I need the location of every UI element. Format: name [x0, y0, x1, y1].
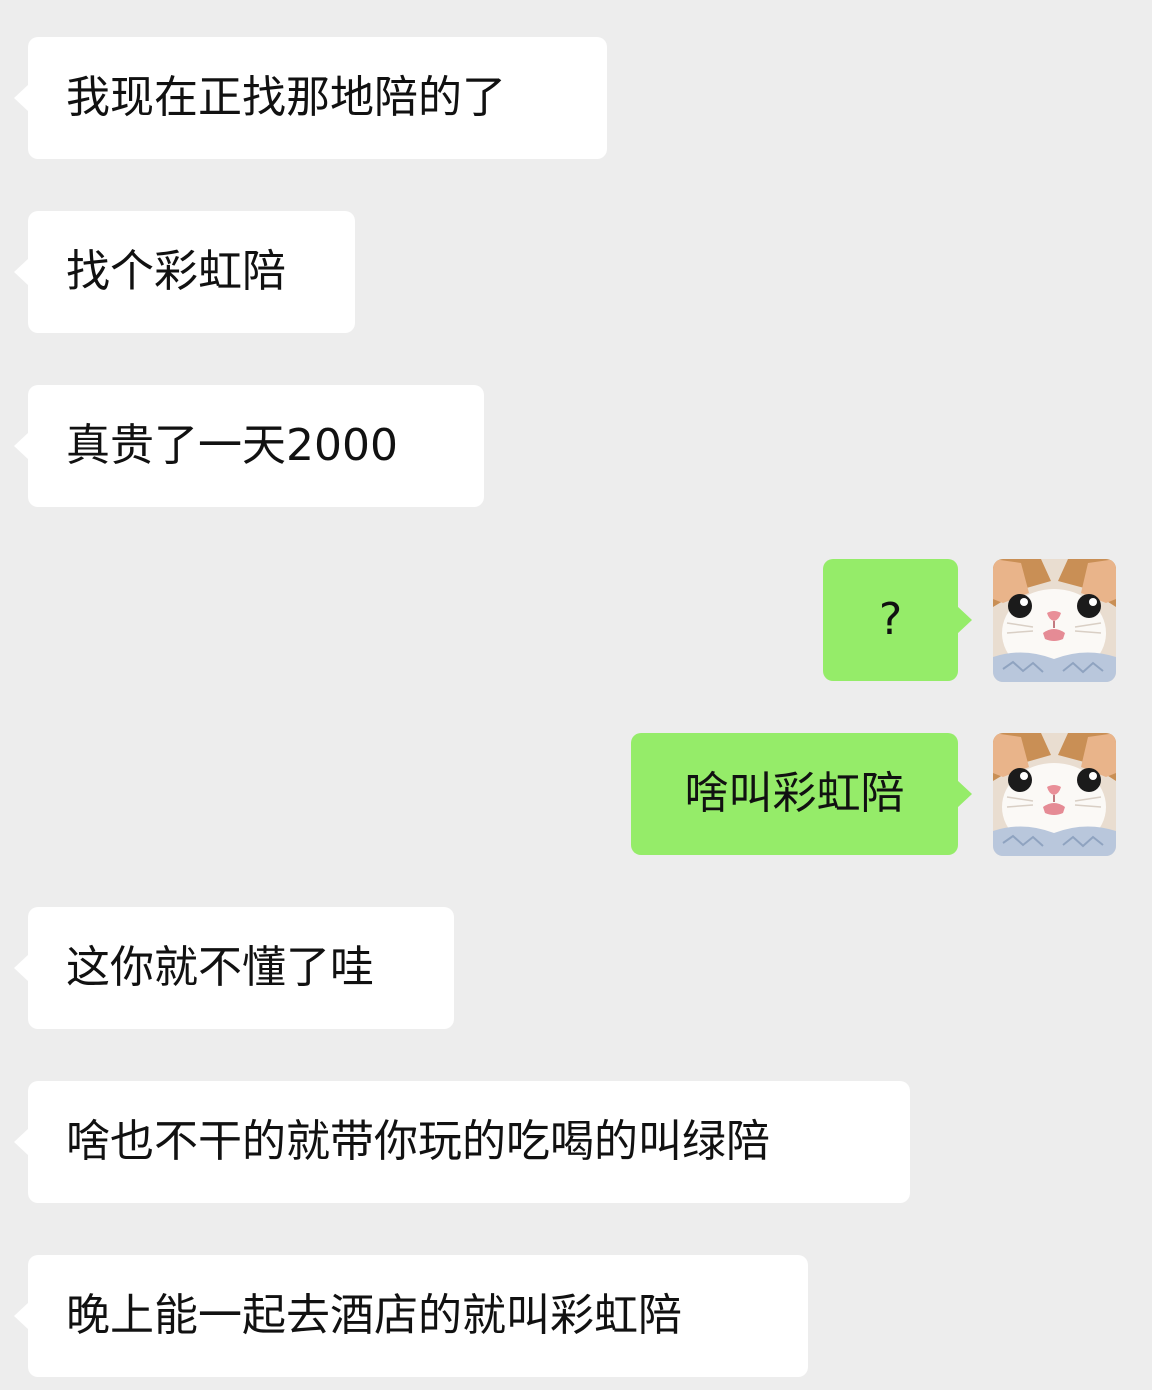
message-bubble[interactable]: 晚上能一起去酒店的就叫彩虹陪 [28, 1255, 808, 1377]
message-bubble[interactable]: ? [823, 559, 958, 681]
message-row-incoming: 真贵了一天2000 [0, 385, 1152, 508]
message-row-incoming: 我现在正找那地陪的了 [0, 37, 1152, 160]
bubble-tail [14, 432, 29, 460]
bubble-tail [14, 258, 29, 286]
message-bubble[interactable]: 这你就不懂了哇 [28, 907, 454, 1029]
bubble-tail [14, 954, 29, 982]
cat-avatar-icon [993, 733, 1116, 856]
message-bubble[interactable]: 啥也不干的就带你玩的吃喝的叫绿陪 [28, 1081, 910, 1203]
message-bubble[interactable]: 找个彩虹陪 [28, 211, 355, 333]
message-row-outgoing: 啥叫彩虹陪 [0, 733, 1152, 856]
cat-avatar-icon[interactable] [993, 733, 1116, 856]
message-bubble[interactable]: 真贵了一天2000 [28, 385, 484, 507]
cat-avatar-icon [993, 559, 1116, 682]
bubble-tail [14, 1302, 29, 1330]
message-bubble[interactable]: 我现在正找那地陪的了 [28, 37, 607, 159]
message-row-incoming: 这你就不懂了哇 [0, 907, 1152, 1030]
bubble-tail [14, 1128, 29, 1156]
bubble-tail [957, 780, 972, 808]
bubble-tail [957, 606, 972, 634]
message-bubble[interactable]: 啥叫彩虹陪 [631, 733, 958, 855]
message-row-incoming: 找个彩虹陪 [0, 211, 1152, 334]
message-row-outgoing: ? [0, 559, 1152, 682]
message-row-incoming: 晚上能一起去酒店的就叫彩虹陪 [0, 1255, 1152, 1378]
bubble-tail [14, 84, 29, 112]
cat-avatar-icon[interactable] [993, 559, 1116, 682]
message-row-incoming: 啥也不干的就带你玩的吃喝的叫绿陪 [0, 1081, 1152, 1204]
